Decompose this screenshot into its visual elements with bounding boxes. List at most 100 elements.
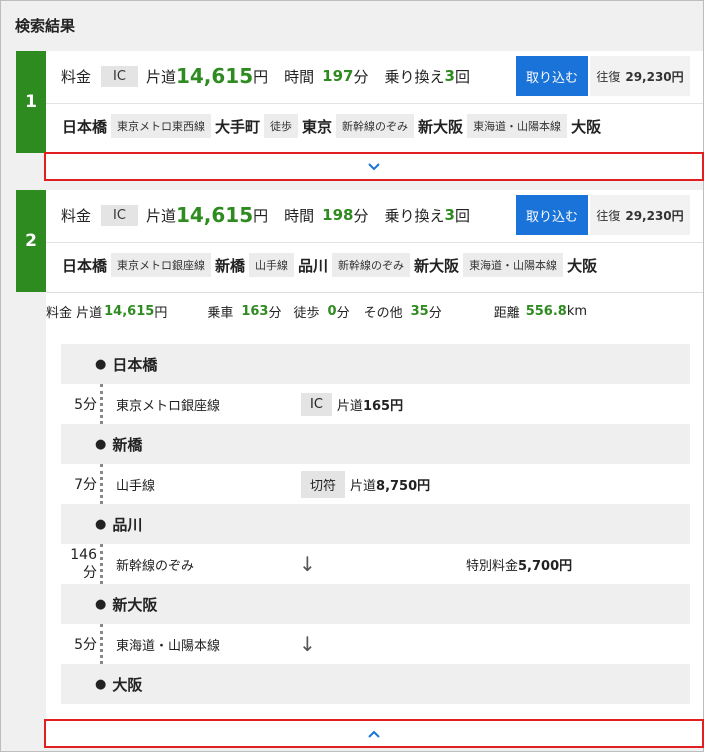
segment-line-name: 山手線 (116, 478, 156, 494)
fare-value: 14,615 (175, 64, 254, 88)
ic-tag: IC (101, 204, 138, 226)
distance-label: 距離 (493, 306, 520, 321)
station: 日本橋 (62, 256, 108, 275)
expand-route-1-button[interactable] (44, 152, 704, 181)
route-card-2[interactable]: 2 料金 IC 片道 14,615 円 時間 198 分 乗り換え 3 回 取り… (16, 190, 703, 292)
dot-icon: ● (95, 356, 107, 372)
minute-unit: 分 (353, 67, 369, 86)
special-fare-label: 特別料金 (466, 558, 519, 574)
route-number: 1 (16, 51, 46, 153)
stop-name: 新大阪 (112, 595, 158, 614)
route-path: 日本橋 東京メトロ銀座線 新橋 山手線 品川 新幹線のぞみ 新大阪 東海道・山陽… (46, 242, 703, 287)
transfer-label: 乗り換え (384, 206, 445, 225)
route-number: 2 (16, 190, 46, 292)
route-card-1[interactable]: 1 料金 IC 片道 14,615 円 時間 197 分 乗り換え 3 回 取り… (16, 51, 703, 153)
segment-duration: 7分 (74, 477, 97, 493)
line-tag: 東海道・山陽本線 (463, 253, 564, 277)
dot-icon: ● (95, 596, 107, 612)
minute-unit: 分 (268, 306, 282, 321)
time-value: 197 (322, 67, 354, 85)
duration-number: 146 (70, 547, 97, 563)
fare-value: 14,615 (175, 203, 254, 227)
yen-unit: 円 (253, 206, 269, 225)
segment-row: 146 分 新幹線のぞみ ↓ 特別料金5,700円 (61, 544, 690, 584)
walk-label: 徒歩 (293, 306, 320, 321)
detail-fare-unit: 円 (154, 306, 168, 321)
duration-unit: 分 (83, 565, 97, 581)
segment-fare-label: 片道 (336, 398, 363, 414)
segment-fare-value: 165円 (362, 398, 404, 414)
yen-unit: 円 (253, 67, 269, 86)
roundtrip-label: 往復 (596, 208, 621, 223)
station: 新橋 (215, 256, 246, 275)
time-value: 198 (322, 206, 354, 224)
stop-name: 日本橋 (112, 355, 158, 374)
search-results-panel: 検索結果 1 料金 IC 片道 14,615 円 時間 197 分 乗り換え 3… (0, 0, 704, 752)
collapse-route-2-button[interactable] (44, 719, 704, 748)
distance-value: 556.8 (525, 304, 567, 319)
station: 大阪 (567, 256, 598, 275)
line-tag: 新幹線のぞみ (336, 114, 415, 138)
transfer-label: 乗り換え (384, 67, 445, 86)
segment-line-name: 東海道・山陽本線 (116, 638, 221, 654)
segment-line-indicator (100, 464, 103, 504)
line-tag: 新幹線のぞみ (332, 253, 411, 277)
ticket-tag: IC (301, 392, 332, 416)
ride-label: 乗車 (207, 306, 234, 321)
oneway-label: 片道 (145, 67, 176, 86)
route-summary: 料金 IC 片道 14,615 円 時間 197 分 乗り換え 3 回 (46, 52, 470, 100)
ride-value: 163 (241, 304, 269, 319)
stop-name: 新橋 (112, 435, 143, 454)
fare-label: 料金 (61, 206, 92, 225)
dot-icon: ● (95, 436, 107, 452)
roundtrip-fare: 往復 29,230円 (590, 56, 690, 96)
import-button[interactable]: 取り込む (516, 56, 588, 96)
minute-unit: 分 (428, 306, 442, 321)
oneway-label: 片道 (145, 206, 176, 225)
station: 新大阪 (418, 117, 464, 136)
distance-unit: km (566, 304, 588, 319)
segment-line-indicator (100, 384, 103, 424)
other-label: その他 (363, 306, 403, 321)
roundtrip-value: 29,230円 (625, 208, 684, 223)
special-fare: 特別料金5,700円 (466, 555, 572, 574)
import-button[interactable]: 取り込む (516, 195, 588, 235)
segment-duration: 5分 (74, 397, 97, 413)
segment-duration: 5分 (74, 637, 97, 653)
station: 大阪 (571, 117, 602, 136)
segment-duration: 146 分 (61, 546, 97, 582)
arrow-down-icon: ↓ (299, 552, 316, 576)
dot-icon: ● (95, 516, 107, 532)
stop-row: ● 新大阪 (61, 584, 690, 624)
chevron-up-icon (368, 730, 380, 738)
station: 大手町 (215, 117, 261, 136)
segment-fare-value: 8,750円 (376, 478, 431, 494)
segment-fare: IC 片道 165円 (301, 392, 404, 416)
minute-unit: 分 (336, 306, 350, 321)
segment-line-indicator (100, 624, 103, 664)
detail-fare-label: 料金 片道 (46, 306, 103, 321)
line-tag: 山手線 (249, 253, 295, 277)
chevron-down-icon (368, 162, 380, 170)
segment-line-indicator (100, 544, 103, 584)
segment-row: 5分 東京メトロ銀座線 IC 片道 165円 (61, 384, 690, 424)
station: 東京 (302, 117, 333, 136)
ticket-tag: 切符 (301, 470, 346, 498)
dot-icon: ● (95, 676, 107, 692)
station: 日本橋 (62, 117, 108, 136)
stop-row: ● 品川 (61, 504, 690, 544)
transfer-value: 3 (444, 67, 455, 85)
stop-row: ● 日本橋 (61, 344, 690, 384)
arrow-down-icon: ↓ (299, 632, 316, 656)
roundtrip-fare: 往復 29,230円 (590, 195, 690, 235)
detail-fare-value: 14,615 (104, 304, 155, 319)
transfer-unit: 回 (454, 206, 470, 225)
segment-fare: 切符 片道 8,750円 (301, 470, 431, 498)
stop-row: ● 大阪 (61, 664, 690, 704)
segment-fare-label: 片道 (350, 478, 377, 494)
stop-name: 大阪 (112, 675, 143, 694)
station: 品川 (298, 256, 329, 275)
ic-tag: IC (101, 65, 138, 87)
line-tag: 東京メトロ東西線 (111, 114, 212, 138)
segment-line-name: 新幹線のぞみ (116, 558, 195, 574)
